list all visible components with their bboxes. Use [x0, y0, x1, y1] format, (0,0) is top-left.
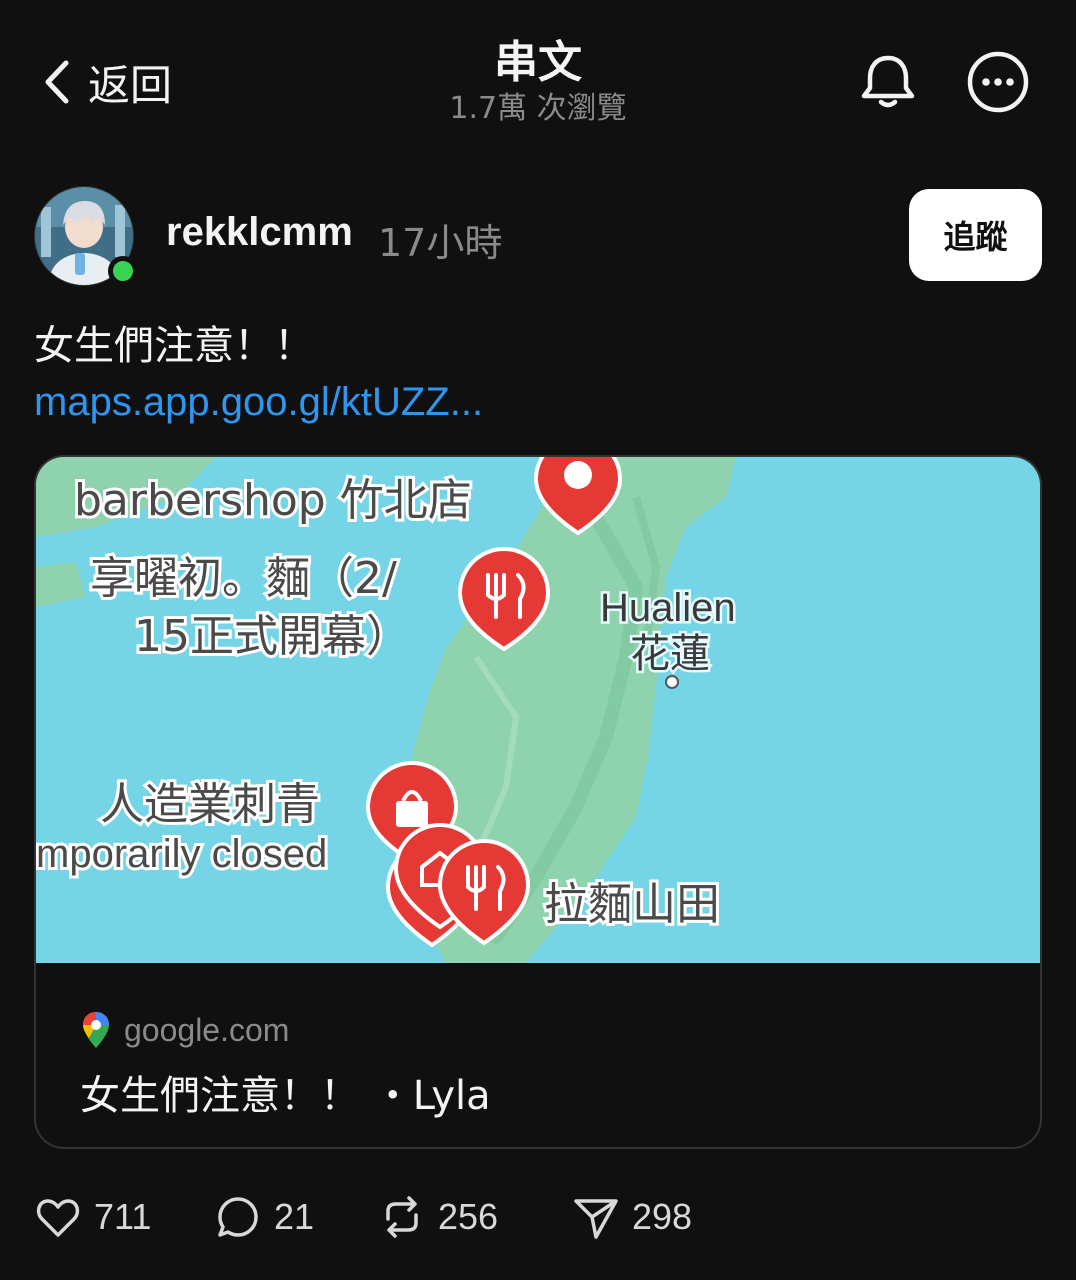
- link-preview-card[interactable]: barbershop 竹北店 享曜初。麵（2/ 15正式開幕） Hualien …: [34, 455, 1042, 1149]
- like-count: 711: [94, 1196, 152, 1237]
- follow-button[interactable]: 追蹤: [909, 189, 1042, 281]
- map-label-ramen: 拉麵山田: [544, 879, 720, 930]
- comment-count: 21: [274, 1196, 315, 1237]
- post-time: 17小時: [378, 221, 503, 265]
- bell-icon[interactable]: [856, 50, 920, 114]
- map-label-noodle-1: 享曜初。麵（2/: [90, 553, 397, 604]
- card-domain: google.com: [124, 1011, 290, 1048]
- map-label-hualien-en: Hualien: [600, 586, 736, 630]
- more-options-icon[interactable]: [966, 50, 1030, 114]
- share-button[interactable]: 298: [572, 1188, 692, 1246]
- thread-page: 返回 串文 1.7萬 次瀏覽 rekklcmm 17小時 追蹤 女生們注意！！ …: [0, 0, 1076, 1280]
- online-status-dot: [108, 256, 138, 286]
- avatar[interactable]: [34, 186, 138, 286]
- post-link[interactable]: maps.app.goo.gl/ktUZZ...: [34, 380, 483, 425]
- domain-row: google.com: [82, 1011, 289, 1049]
- repost-button[interactable]: 256: [378, 1188, 498, 1246]
- map-label-noodle-2: 15正式開幕）: [134, 611, 410, 662]
- comment-icon: [218, 1197, 258, 1237]
- hualien-marker: [665, 675, 679, 689]
- repost-icon: [386, 1196, 418, 1238]
- post-text: 女生們注意！！: [34, 323, 314, 369]
- comment-button[interactable]: 21: [214, 1188, 314, 1246]
- map-label-barbershop: barbershop 竹北店: [74, 475, 472, 526]
- google-maps-icon: [83, 1012, 109, 1048]
- map-preview: barbershop 竹北店 享曜初。麵（2/ 15正式開幕） Hualien …: [36, 457, 1040, 963]
- map-label-closed: mporarily closed: [36, 832, 327, 876]
- send-icon: [574, 1199, 618, 1239]
- username[interactable]: rekklcmm: [166, 210, 353, 255]
- card-title: 女生們注意！！ ・Lyla: [80, 1073, 491, 1119]
- share-count: 298: [632, 1196, 693, 1237]
- repost-count: 256: [438, 1196, 499, 1237]
- card-footer: google.com 女生們注意！！ ・Lyla: [36, 963, 1040, 1147]
- map-label-tattoo: 人造業刺青: [100, 779, 320, 830]
- like-button[interactable]: 711: [34, 1188, 151, 1246]
- heart-icon: [36, 1199, 80, 1237]
- map-label-hualien-zh: 花蓮: [630, 631, 710, 677]
